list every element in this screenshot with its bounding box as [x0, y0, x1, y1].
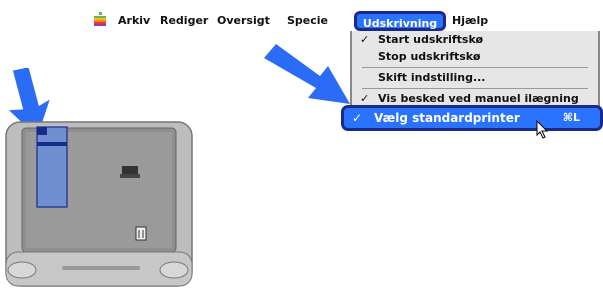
dd-item-label: Start udskriftskø [378, 33, 484, 46]
dd-item-vaelg-standardprinter[interactable]: ✓ Vælg standardprinter ⌘L [341, 105, 603, 131]
menu-oversigt[interactable]: Oversigt [217, 14, 270, 27]
menu-arkiv[interactable]: Arkiv [118, 14, 150, 27]
menu-specie[interactable]: Specie [287, 14, 328, 27]
menu-hjaelp[interactable]: Hjælp [452, 14, 488, 27]
trash-icon[interactable] [135, 225, 147, 241]
dd-item-label: Stop udskriftskø [378, 50, 481, 63]
computer-illustration [5, 121, 193, 287]
separator [362, 67, 588, 68]
check-icon: ✓ [352, 111, 363, 125]
dd-item-label: Vælg standardprinter [374, 111, 520, 125]
cursor-icon [536, 120, 549, 139]
menu-bar: Arkiv Rediger Oversigt Specie Hjælp [92, 12, 512, 32]
dd-item-label: Vis besked ved manuel ilægning [378, 92, 579, 105]
check-icon: ✓ [360, 33, 370, 46]
printer-icon[interactable] [120, 164, 140, 180]
arrow-diagonal-icon [264, 44, 350, 104]
separator [362, 88, 588, 89]
apple-icon[interactable] [92, 12, 108, 28]
dd-item-label: Skift indstilling... [378, 71, 486, 84]
menu-rediger[interactable]: Rediger [160, 14, 208, 27]
check-icon: ✓ [360, 92, 370, 105]
menu-udskrivning[interactable]: Udskrivning [354, 11, 446, 31]
shortcut-label: ⌘L [562, 111, 580, 124]
